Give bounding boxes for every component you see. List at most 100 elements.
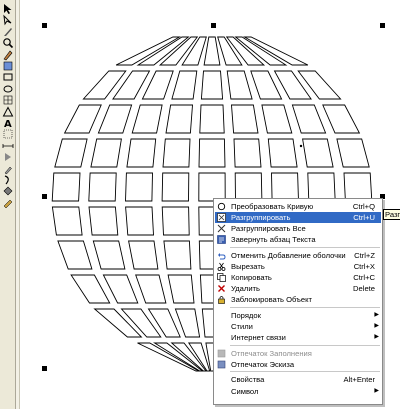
eyedropper-icon	[2, 163, 14, 175]
grid-cell	[97, 104, 133, 134]
zoom-icon	[2, 37, 14, 49]
grid-cell	[242, 36, 309, 66]
knife-tool[interactable]	[2, 26, 14, 38]
eyedropper-tool[interactable]	[2, 163, 14, 175]
menu-item-label: Разгруппировать	[231, 213, 291, 223]
grid-cell	[271, 172, 299, 202]
fill-tool[interactable]	[2, 185, 14, 197]
lock-icon	[217, 295, 226, 305]
grid-cell	[147, 308, 181, 338]
text-tool[interactable]: A	[2, 117, 14, 129]
grid-cell	[161, 172, 190, 202]
grid-cell	[92, 240, 126, 270]
grid-cell	[234, 36, 288, 66]
tooltip-text: Разгру	[385, 210, 400, 219]
menu-item-label: Отпечаток Заполнения	[231, 348, 312, 358]
menu-item-shortcut: Ctrl+U	[353, 213, 375, 223]
menu-item-copy[interactable]: Копировать Ctrl+C	[215, 272, 381, 283]
outline-icon	[2, 174, 14, 186]
freehand-tool[interactable]	[2, 49, 14, 61]
selection-handle-bottom-left[interactable]	[42, 366, 47, 371]
menu-item-item-13[interactable]: Интернет связи ▶	[215, 332, 381, 343]
menu-item-outline-overprint[interactable]: Отпечаток Эскиза	[215, 359, 381, 370]
table-icon	[2, 128, 14, 140]
submenu-arrow-icon: ▶	[374, 323, 379, 329]
menu-item-lock[interactable]: Заблокировать Объект	[215, 294, 381, 305]
menu-item-item-12[interactable]: Стили ▶	[215, 321, 381, 332]
grid-cell	[70, 274, 111, 304]
context-menu: Преобразовать Кривую Ctrl+Q Разгруппироват…	[213, 198, 383, 405]
menu-item-label: Копировать	[231, 273, 272, 283]
grid-cell	[128, 240, 159, 270]
dimension-tool[interactable]	[2, 140, 14, 152]
delete-icon	[217, 284, 226, 293]
shape-tool[interactable]	[2, 14, 14, 26]
grid-cell	[174, 308, 201, 338]
menu-item-label: Стили	[231, 322, 253, 331]
grid-cell	[203, 36, 221, 66]
menu-item-item-18[interactable]: Свойства Alt+Enter	[215, 374, 381, 385]
grid-cell	[131, 104, 163, 134]
grid-cell	[171, 70, 198, 100]
grid-cell	[297, 70, 342, 100]
polygon-tool[interactable]	[2, 94, 14, 106]
menu-separator	[230, 371, 380, 373]
zoom-tool[interactable]	[2, 37, 14, 49]
grid-cell	[233, 138, 262, 168]
interactive-fill-icon	[2, 197, 14, 209]
submenu-arrow-icon: ▶	[374, 387, 379, 394]
grid-cell	[158, 36, 199, 66]
grid-cell	[51, 172, 81, 202]
text-icon: A	[2, 117, 14, 129]
pick-icon	[2, 3, 14, 15]
menu-item-fill-overprint[interactable]: Отпечаток Заполнения	[215, 348, 381, 359]
menu-item-ungroup[interactable]: Разгруппировать Ctrl+U	[215, 212, 381, 224]
menu-item-delete[interactable]: Удалить Delete	[215, 283, 381, 294]
menu-item-label: Заблокировать Объект	[231, 295, 312, 305]
submenu-arrow-icon: ▶	[374, 334, 379, 341]
menu-item-item-19[interactable]: Символ ▶	[215, 386, 381, 397]
grid-cell	[136, 36, 190, 66]
menu-item-item-11[interactable]: Порядок ▶	[215, 310, 381, 321]
menu-item-cut[interactable]: Вырезать Ctrl+X	[215, 261, 381, 272]
grid-cell	[302, 138, 334, 168]
grid-cell	[198, 172, 226, 202]
rectangle-tool[interactable]	[2, 71, 14, 83]
menu-item-label: Завернуть абзац Текста	[231, 235, 316, 245]
menu-item-label: Порядок	[231, 310, 261, 320]
menu-item-ungroup-all[interactable]: Разгруппировать Все	[215, 223, 381, 234]
grid-cell	[54, 138, 88, 168]
grid-cell	[291, 104, 327, 134]
fill-overprint-icon	[217, 349, 226, 358]
interactive-fill-tool[interactable]	[2, 197, 14, 209]
grid-cell	[200, 70, 224, 100]
menu-item-shortcut: Ctrl+C	[353, 273, 375, 283]
selection-handle-middle-left[interactable]	[42, 194, 47, 199]
tooltip: Разгру	[383, 209, 400, 220]
pick-tool[interactable]	[2, 3, 14, 15]
grid-cell	[135, 274, 167, 304]
cut-icon	[217, 262, 226, 271]
smart-fill-icon	[2, 60, 14, 72]
grid-cell	[307, 172, 336, 202]
outline-tool[interactable]	[2, 174, 14, 186]
ellipse-tool[interactable]	[2, 83, 14, 95]
selection-handle-top-right[interactable]	[380, 23, 385, 28]
grid-cell	[199, 104, 225, 134]
menu-item-convert-curve[interactable]: Преобразовать Кривую Ctrl+Q	[215, 201, 381, 212]
table-tool[interactable]	[2, 128, 14, 140]
grid-cell	[225, 36, 266, 66]
grid-cell	[226, 70, 253, 100]
smart-fill-tool[interactable]	[2, 60, 14, 72]
menu-item-wrap-text[interactable]: Завернуть абзац Текста	[215, 234, 381, 245]
toolbox: A	[0, 0, 16, 409]
menu-item-shortcut: Alt+Enter	[343, 375, 375, 385]
selection-handle-top-center[interactable]	[211, 23, 216, 28]
selection-handle-top-left[interactable]	[42, 23, 47, 28]
menu-item-undo[interactable]: Отменить Добавление оболочки Ctrl+Z	[215, 250, 381, 261]
interactive-blend-tool[interactable]	[2, 151, 14, 163]
freehand-icon	[2, 49, 14, 61]
basic-shapes-tool[interactable]	[2, 106, 14, 118]
rectangle-icon	[2, 71, 14, 83]
grid-cell	[231, 104, 259, 134]
